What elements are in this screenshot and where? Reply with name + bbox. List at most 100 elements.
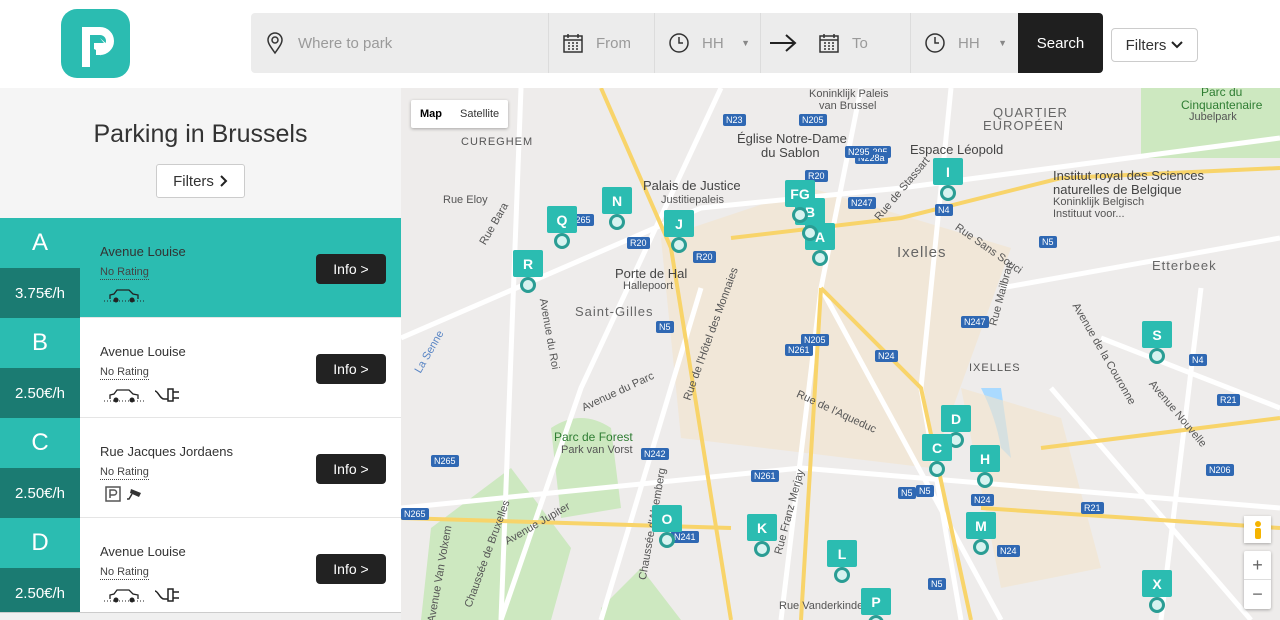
road-shield: N206 [1206,464,1234,476]
map-marker[interactable]: FG [785,180,815,223]
road-shield: N247 [961,316,989,328]
where-field[interactable]: Where to park [251,13,549,73]
map-marker[interactable]: P [861,588,891,620]
map-marker[interactable]: X [1142,570,1172,613]
marker-pin-icon [802,225,818,241]
map-label: du Sablon [761,145,820,160]
clock-icon [925,33,945,53]
item-letter: A [0,218,80,268]
map-type-satellite[interactable]: Satellite [451,100,508,128]
sidebar-filters-button[interactable]: Filters [156,164,245,198]
road-shield: N24 [971,494,994,506]
marker-pin-icon [754,541,770,557]
item-street: Avenue Louise [100,244,186,259]
parking-list-item[interactable]: A 3.75€/h Avenue Louise No Rating Info > [0,218,401,318]
marker-label: P [861,588,891,615]
map-marker[interactable]: O [652,505,682,548]
filters-label: Filters [1125,36,1167,54]
page-title: Parking in Brussels [93,120,308,148]
item-rating[interactable]: No Rating [100,566,149,580]
map-marker[interactable]: H [970,445,1000,488]
item-rating[interactable]: No Rating [100,266,149,280]
road-shield: N5 [898,487,916,499]
search-button[interactable]: Search [1018,13,1103,73]
item-rating[interactable]: No Rating [100,366,149,380]
map-label: Palais de Justice [643,178,741,193]
info-button[interactable]: Info > [316,354,386,384]
road-shield: R21 [1217,394,1240,406]
calendar-icon [819,34,839,53]
map[interactable]: Map Satellite CUREGHEM Palais de Justice… [401,88,1280,620]
marker-pin-icon [659,532,675,548]
chevron-down-icon [1171,41,1184,49]
map-label: CUREGHEM [461,136,534,148]
parking-list-item[interactable]: D 2.50€/h Avenue Louise No Rating Info > [0,518,401,618]
map-label: Jubelpark [1189,111,1237,123]
to-hour-select[interactable]: HH ▼ [911,13,1017,73]
arrow-right-icon [761,13,805,73]
info-button[interactable]: Info > [316,454,386,484]
to-date-field[interactable]: To [805,13,911,73]
info-button[interactable]: Info > [316,254,386,284]
road-shield: N247 [848,197,876,209]
map-type-map[interactable]: Map [411,100,451,128]
map-marker[interactable]: I [933,158,963,201]
from-hour-select[interactable]: HH ▼ [655,13,761,73]
map-label: naturelles de Belgique [1053,182,1182,197]
marker-label: D [941,405,971,432]
car-icon [104,589,144,603]
map-label: EUROPÉEN [983,118,1064,133]
zoom-out-button[interactable]: − [1244,580,1271,609]
road-shield: R20 [627,237,650,249]
caret-down-icon: ▼ [998,38,1007,48]
item-price: 2.50€/h [0,468,80,518]
road-shield: N4 [1189,354,1207,366]
road-shield: N24 [875,350,898,362]
road-shield: N265 [431,455,459,467]
marker-pin-icon [812,250,828,266]
street-view-pegman-icon[interactable] [1244,516,1271,543]
search-bar: Where to park From HH ▼ To HH ▼ [251,13,1103,73]
map-marker[interactable]: D [941,405,971,448]
map-marker[interactable]: K [747,514,777,557]
map-marker[interactable]: S [1142,321,1172,364]
map-label: Instituut voor... [1053,208,1125,220]
marker-label: M [966,512,996,539]
logo[interactable] [61,9,130,78]
road-shield: R20 [693,251,716,263]
marker-label: Q [547,206,577,233]
item-letter: D [0,518,80,568]
marker-label: R [513,250,543,277]
item-letter: C [0,418,80,468]
parking-arrow-icon [82,27,114,67]
parking-list-item[interactable]: B 2.50€/h Avenue Louise No Rating Info > [0,318,401,418]
map-marker[interactable]: C [922,434,952,477]
marker-label: K [747,514,777,541]
map-marker[interactable]: N [602,187,632,230]
marker-pin-icon [834,567,850,583]
map-label: Porte de Hal [615,266,688,281]
marker-pin-icon [1149,597,1165,613]
item-rating[interactable]: No Rating [100,466,149,480]
results-sidebar: Parking in Brussels Filters A 3.75€/h Av… [0,88,401,620]
filters-dropdown[interactable]: Filters [1111,28,1198,62]
zoom-in-button[interactable]: + [1244,551,1271,580]
map-label: Institut royal des Sciences [1053,168,1205,183]
map-label: Rue Eloy [443,194,488,206]
map-marker[interactable]: J [664,210,694,253]
map-marker[interactable]: M [966,512,996,555]
marker-label: X [1142,570,1172,597]
map-marker[interactable]: R [513,250,543,293]
from-date-field[interactable]: From [549,13,655,73]
map-marker[interactable]: Q [547,206,577,249]
map-label: van Brussel [819,100,877,112]
item-street: Rue Jacques Jordaens [100,444,233,459]
marker-pin-icon [940,185,956,201]
parking-list-item[interactable]: C 2.50€/h Rue Jacques Jordaens No Rating… [0,418,401,518]
marker-label: J [664,210,694,237]
map-marker[interactable]: L [827,540,857,583]
info-button[interactable]: Info > [316,554,386,584]
road-shield: N205 [801,334,829,346]
map-label: Parc de Forest [554,430,633,444]
road-shield: N295 [845,146,873,158]
